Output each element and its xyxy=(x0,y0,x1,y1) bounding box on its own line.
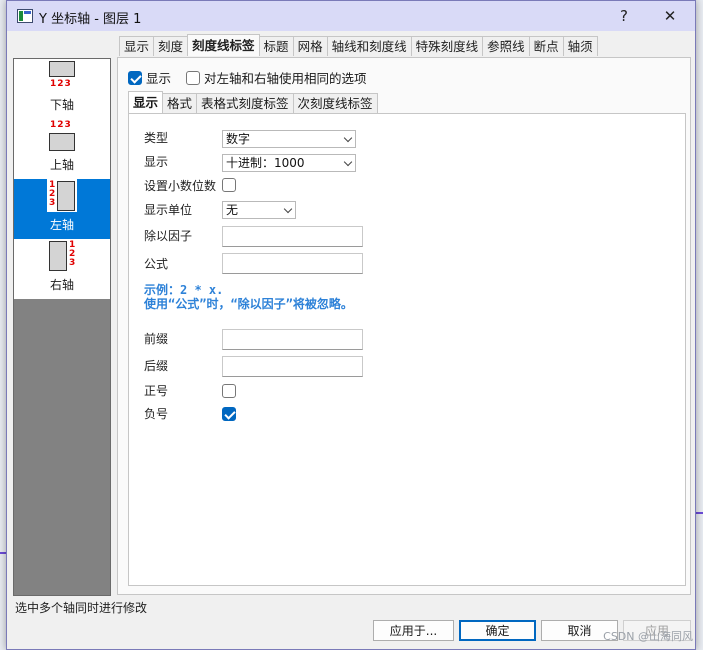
sub-tab-strip: 显示 格式 表格式刻度标签 次刻度线标签 xyxy=(128,91,378,113)
tab-grid[interactable]: 网格 xyxy=(292,36,328,56)
tab-reference-lines[interactable]: 参照线 xyxy=(482,36,530,56)
axis-label-right: 右轴 xyxy=(49,278,74,292)
display-settings: 类型 数字 显示 十进制：1000 设置小数位数 显示单位 无 除以因子 公式 … xyxy=(128,113,686,586)
axis-label-top: 上轴 xyxy=(49,158,74,172)
axis-label-bottom: 下轴 xyxy=(49,98,74,112)
suffix-input[interactable] xyxy=(222,356,363,377)
axis-label-left: 左轴 xyxy=(49,218,74,232)
same-options-checkbox[interactable] xyxy=(186,70,200,85)
plus-sign-checkbox[interactable] xyxy=(222,384,236,398)
type-select[interactable]: 数字 xyxy=(222,130,356,148)
tab-title[interactable]: 标题 xyxy=(258,36,294,56)
decimals-label: 设置小数位数 xyxy=(144,179,217,193)
subtab-format[interactable]: 格式 xyxy=(162,93,198,113)
display-format-select[interactable]: 十进制：1000 xyxy=(222,154,356,172)
watermark: CSDN @山海同风 xyxy=(603,630,693,643)
right-axis-icon: 1 2 3 xyxy=(47,239,77,272)
decimals-checkbox[interactable] xyxy=(222,178,236,192)
unit-select[interactable]: 无 xyxy=(222,201,296,219)
close-button[interactable]: ✕ xyxy=(647,2,693,30)
show-option[interactable]: 显示 xyxy=(128,68,171,87)
status-text: 选中多个轴同时进行修改 xyxy=(15,601,148,615)
subtab-minor-labels[interactable]: 次刻度线标签 xyxy=(292,93,378,113)
main-tab-strip: 显示 刻度 刻度线标签 标题 网格 轴线和刻度线 特殊刻度线 参照线 断点 轴须 xyxy=(119,34,598,56)
formula-input[interactable] xyxy=(222,253,363,274)
axis-item-left[interactable]: 1 2 3 左轴 xyxy=(14,179,110,239)
suffix-label: 后缀 xyxy=(144,359,169,373)
formula-label: 公式 xyxy=(144,257,169,271)
same-options[interactable]: 对左轴和右轴使用相同的选项 xyxy=(186,68,367,87)
tab-tick-labels[interactable]: 刻度线标签 xyxy=(187,34,260,56)
type-label: 类型 xyxy=(144,131,169,145)
top-axis-icon: 123 xyxy=(47,119,77,152)
divide-factor-input[interactable] xyxy=(222,226,363,247)
minus-sign-checkbox[interactable] xyxy=(222,407,236,421)
background-plot-line xyxy=(696,512,703,514)
bottom-axis-icon: 123 xyxy=(47,59,77,92)
chevron-down-icon xyxy=(343,133,353,143)
y-axis-dialog: Y 坐标轴 - 图层 1 ? ✕ 显示 刻度 刻度线标签 标题 网格 轴线和刻度… xyxy=(6,0,696,650)
axis-item-right[interactable]: 1 2 3 右轴 xyxy=(14,239,110,299)
unit-label: 显示单位 xyxy=(144,203,193,217)
tab-line-and-ticks[interactable]: 轴线和刻度线 xyxy=(326,36,412,56)
prefix-input[interactable] xyxy=(222,329,363,350)
app-icon xyxy=(17,9,33,23)
chevron-down-icon xyxy=(283,204,293,214)
background-app-area xyxy=(696,0,703,650)
tab-scale[interactable]: 刻度 xyxy=(153,36,189,56)
show-label: 显示 xyxy=(146,71,172,86)
subtab-display[interactable]: 显示 xyxy=(128,91,164,113)
tab-breaks[interactable]: 断点 xyxy=(528,36,564,56)
plus-sign-label: 正号 xyxy=(144,384,169,398)
axis-item-top[interactable]: 123 上轴 xyxy=(14,119,110,179)
formula-hint-note: 使用“公式”时，“除以因子”将被忽略。 xyxy=(144,297,353,311)
left-axis-icon: 1 2 3 xyxy=(47,179,77,212)
minus-sign-label: 负号 xyxy=(144,407,169,421)
axis-item-bottom[interactable]: 123 下轴 xyxy=(14,59,110,119)
tab-rug[interactable]: 轴须 xyxy=(562,36,598,56)
tick-labels-panel: 显示 对左轴和右轴使用相同的选项 显示 格式 表格式刻度标签 次刻度线标签 类型… xyxy=(117,57,691,595)
help-button[interactable]: ? xyxy=(601,2,647,30)
divide-factor-label: 除以因子 xyxy=(144,229,193,243)
apply-to-button[interactable]: 应用于... xyxy=(373,620,454,641)
chevron-down-icon xyxy=(343,157,353,167)
show-checkbox[interactable] xyxy=(128,70,142,85)
title-bar: Y 坐标轴 - 图层 1 ? ✕ xyxy=(7,1,695,31)
ok-button[interactable]: 确定 xyxy=(459,620,536,641)
same-options-label: 对左轴和右轴使用相同的选项 xyxy=(204,71,367,86)
tab-display[interactable]: 显示 xyxy=(119,36,155,56)
prefix-label: 前缀 xyxy=(144,332,169,346)
axis-list: 123 下轴 123 上轴 1 2 3 左轴 1 2 3 右轴 xyxy=(13,58,111,596)
subtab-table-labels[interactable]: 表格式刻度标签 xyxy=(196,93,294,113)
tab-special-ticks[interactable]: 特殊刻度线 xyxy=(410,36,484,56)
display-format-label: 显示 xyxy=(144,155,169,169)
window-title: Y 坐标轴 - 图层 1 xyxy=(39,12,142,27)
